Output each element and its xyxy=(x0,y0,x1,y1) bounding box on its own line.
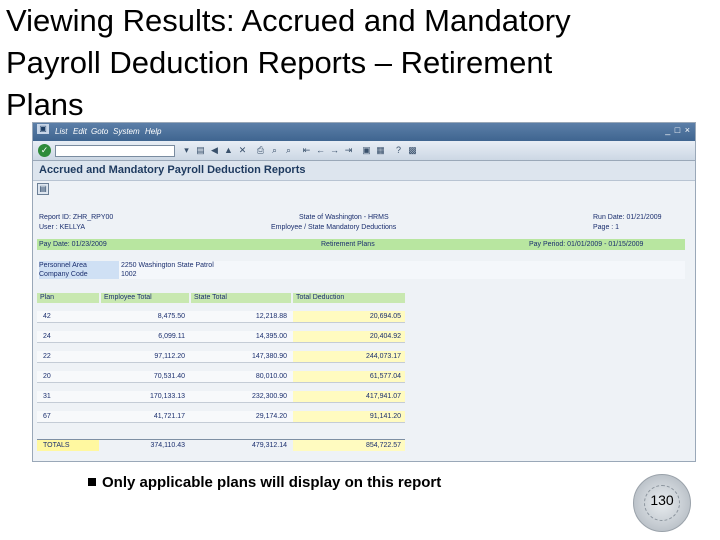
cancel-icon[interactable]: ✕ xyxy=(237,145,248,156)
layout-icon[interactable]: ▩ xyxy=(407,145,418,156)
check-icon[interactable]: ✓ xyxy=(38,144,51,157)
slide-title-line-1: Viewing Results: Accrued and Mandatory xyxy=(6,3,571,38)
cell-plan: 67 xyxy=(43,413,51,420)
cell-employee-total: 41,721.17 xyxy=(153,413,185,420)
menu-list[interactable]: List xyxy=(55,127,67,136)
cell-plan: 42 xyxy=(43,313,51,320)
slide-title-line-3: Plans xyxy=(6,87,84,122)
report-content: Report ID: ZHR_RPY00 State of Washington… xyxy=(37,209,689,459)
table-header: Plan Employee Total State Total Total De… xyxy=(37,293,405,303)
report-header-row-2: User : KELLYA Employee / State Mandatory… xyxy=(37,223,685,233)
report-header-row-1: Report ID: ZHR_RPY00 State of Washington… xyxy=(37,213,685,223)
slide-title: Viewing Results: Accrued and Mandatory P… xyxy=(6,0,706,126)
cell-total-deduction: 417,941.07 xyxy=(293,391,405,402)
cell-plan: 24 xyxy=(43,333,51,340)
company-code-label: Company Code xyxy=(39,270,119,279)
totals-row[interactable]: TOTALS 374,110.43 479,312.14 854,722.57 xyxy=(37,439,405,451)
table-row[interactable]: 22 97,112.20 147,380.90 244,073.17 xyxy=(37,351,405,363)
find-icon[interactable]: ⌕ xyxy=(269,145,280,156)
window-controls[interactable]: _ □ × xyxy=(665,125,691,135)
screen-title-bar: Accrued and Mandatory Payroll Deduction … xyxy=(33,161,695,181)
report-id: Report ID: ZHR_RPY00 xyxy=(39,214,114,221)
col-plan: Plan xyxy=(37,293,99,303)
cell-employee-total: 374,110.43 xyxy=(150,442,185,449)
help-icon[interactable]: ? xyxy=(393,145,404,156)
previous-page-icon[interactable]: ← xyxy=(315,145,326,156)
pay-date: Pay Date: 01/23/2009 xyxy=(39,241,107,248)
screen-title: Accrued and Mandatory Payroll Deduction … xyxy=(39,164,306,176)
cell-plan: 22 xyxy=(43,353,51,360)
command-field[interactable] xyxy=(55,145,175,157)
first-page-icon[interactable]: ⇤ xyxy=(301,145,312,156)
personnel-area-value: 2250 Washington State Patrol xyxy=(121,262,214,269)
table-row[interactable]: 42 8,475.50 12,218.88 20,694.05 xyxy=(37,311,405,323)
company-code-value: 1002 xyxy=(121,271,137,278)
export-icon[interactable]: ▤ xyxy=(37,183,49,195)
back-icon[interactable]: ◀ xyxy=(209,145,220,156)
pay-date-bar: Pay Date: 01/23/2009 Retirement Plans Pa… xyxy=(37,239,685,250)
col-state-total: State Total xyxy=(191,293,291,303)
find-next-icon[interactable]: ⌕ xyxy=(283,145,294,156)
sap-standard-toolbar: ✓ ▾ ▤ ◀ ▲ ✕ ⎙ ⌕ ⌕ ⇤ ← → ⇥ ▣ ▦ ? ▩ xyxy=(33,141,695,161)
cell-total-deduction: 20,694.05 xyxy=(293,311,405,322)
section-name: Retirement Plans xyxy=(321,241,375,248)
col-employee-total: Employee Total xyxy=(101,293,189,303)
pay-period: Pay Period: 01/01/2009 - 01/15/2009 xyxy=(529,241,644,248)
col-total-deduction: Total Deduction xyxy=(293,293,405,303)
slide-bullet: Only applicable plans will display on th… xyxy=(88,474,441,491)
sap-menu-bar: ▣ List Edit Goto System Help _ □ × xyxy=(33,123,695,141)
table-row[interactable]: 67 41,721.17 29,174.20 91,141.20 xyxy=(37,411,405,423)
page-number: 130 xyxy=(650,492,674,508)
cell-employee-total: 8,475.50 xyxy=(157,313,185,320)
menu-edit[interactable]: Edit xyxy=(73,127,87,136)
sap-logo-icon: ▣ xyxy=(37,124,49,134)
exit-icon[interactable]: ▲ xyxy=(223,145,234,156)
application-toolbar: ▤ xyxy=(33,181,695,197)
menu-goto[interactable]: Goto xyxy=(91,127,108,136)
cell-totals-label: TOTALS xyxy=(37,440,99,451)
report-page: Page : 1 xyxy=(593,224,620,231)
cell-state-total: 12,218.88 xyxy=(255,313,287,320)
print-icon[interactable]: ⎙ xyxy=(255,145,266,156)
new-session-icon[interactable]: ▣ xyxy=(361,145,372,156)
menu-system[interactable]: System xyxy=(113,127,140,136)
cell-state-total: 14,395.00 xyxy=(255,333,287,340)
last-page-icon[interactable]: ⇥ xyxy=(343,145,354,156)
table-row[interactable]: 31 170,133.13 232,300.90 417,941.07 xyxy=(37,391,405,403)
table-row[interactable]: 24 6,099.11 14,395.00 20,404.92 xyxy=(37,331,405,343)
cell-total-deduction: 244,073.17 xyxy=(293,351,405,362)
cell-plan: 20 xyxy=(43,373,51,380)
run-date: Run Date: 01/21/2009 xyxy=(593,214,662,221)
cell-employee-total: 6,099.11 xyxy=(158,333,185,340)
dropdown-icon[interactable]: ▾ xyxy=(181,145,192,156)
cell-total-deduction: 91,141.20 xyxy=(293,411,405,422)
cell-total-deduction: 20,404.92 xyxy=(293,331,405,342)
next-page-icon[interactable]: → xyxy=(329,145,340,156)
cell-state-total: 80,010.00 xyxy=(255,373,287,380)
cell-employee-total: 170,133.13 xyxy=(149,393,185,400)
cell-employee-total: 70,531.40 xyxy=(153,373,185,380)
cell-state-total: 147,380.90 xyxy=(251,353,287,360)
shortcut-icon[interactable]: ▦ xyxy=(375,145,386,156)
cell-plan: 31 xyxy=(43,393,51,400)
bullet-square-icon xyxy=(88,478,96,487)
cell-total-deduction: 61,577.04 xyxy=(293,371,405,382)
bullet-text: Only applicable plans will display on th… xyxy=(102,474,442,491)
cell-state-total: 232,300.90 xyxy=(251,393,287,400)
cell-state-total: 479,312.14 xyxy=(251,442,287,449)
slide-title-line-2: Payroll Deduction Reports – Retirement xyxy=(6,45,553,80)
cell-employee-total: 97,112.20 xyxy=(154,353,185,360)
table-row[interactable]: 20 70,531.40 80,010.00 61,577.04 xyxy=(37,371,405,383)
report-user: User : KELLYA xyxy=(39,224,86,231)
org-info-box: Personnel Area 2250 Washington State Pat… xyxy=(37,261,685,279)
sap-window-screenshot: ▣ List Edit Goto System Help _ □ × ✓ ▾ ▤… xyxy=(32,122,696,462)
cell-total-deduction: 854,722.57 xyxy=(293,440,405,451)
report-subtitle: Employee / State Mandatory Deductions xyxy=(271,224,397,231)
save-icon[interactable]: ▤ xyxy=(195,145,206,156)
org-name: State of Washington - HRMS xyxy=(299,214,389,221)
cell-state-total: 29,174.20 xyxy=(255,413,287,420)
menu-help[interactable]: Help xyxy=(145,127,161,136)
personnel-area-label: Personnel Area xyxy=(39,261,119,270)
